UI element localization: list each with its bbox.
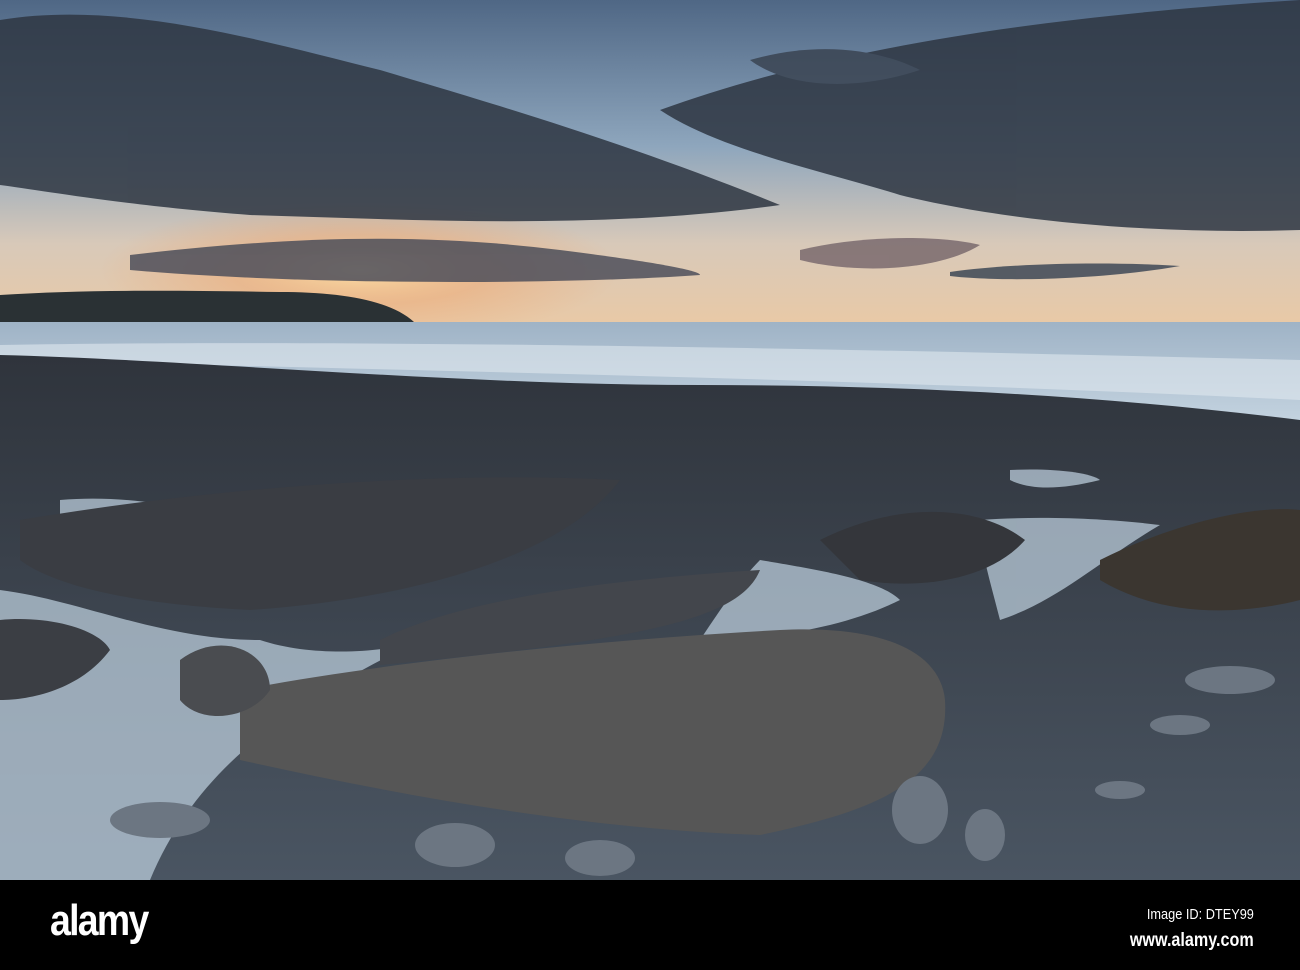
photo-scene — [0, 0, 1300, 880]
alamy-logo: alamy — [50, 896, 149, 945]
site-url: www.alamy.com — [1130, 930, 1254, 951]
image-id: Image ID: DTEY99 — [1146, 906, 1254, 923]
watermark-footer: alamy Image ID: DTEY99 www.alamy.com — [0, 880, 1300, 970]
landscape-photo — [0, 0, 1300, 880]
